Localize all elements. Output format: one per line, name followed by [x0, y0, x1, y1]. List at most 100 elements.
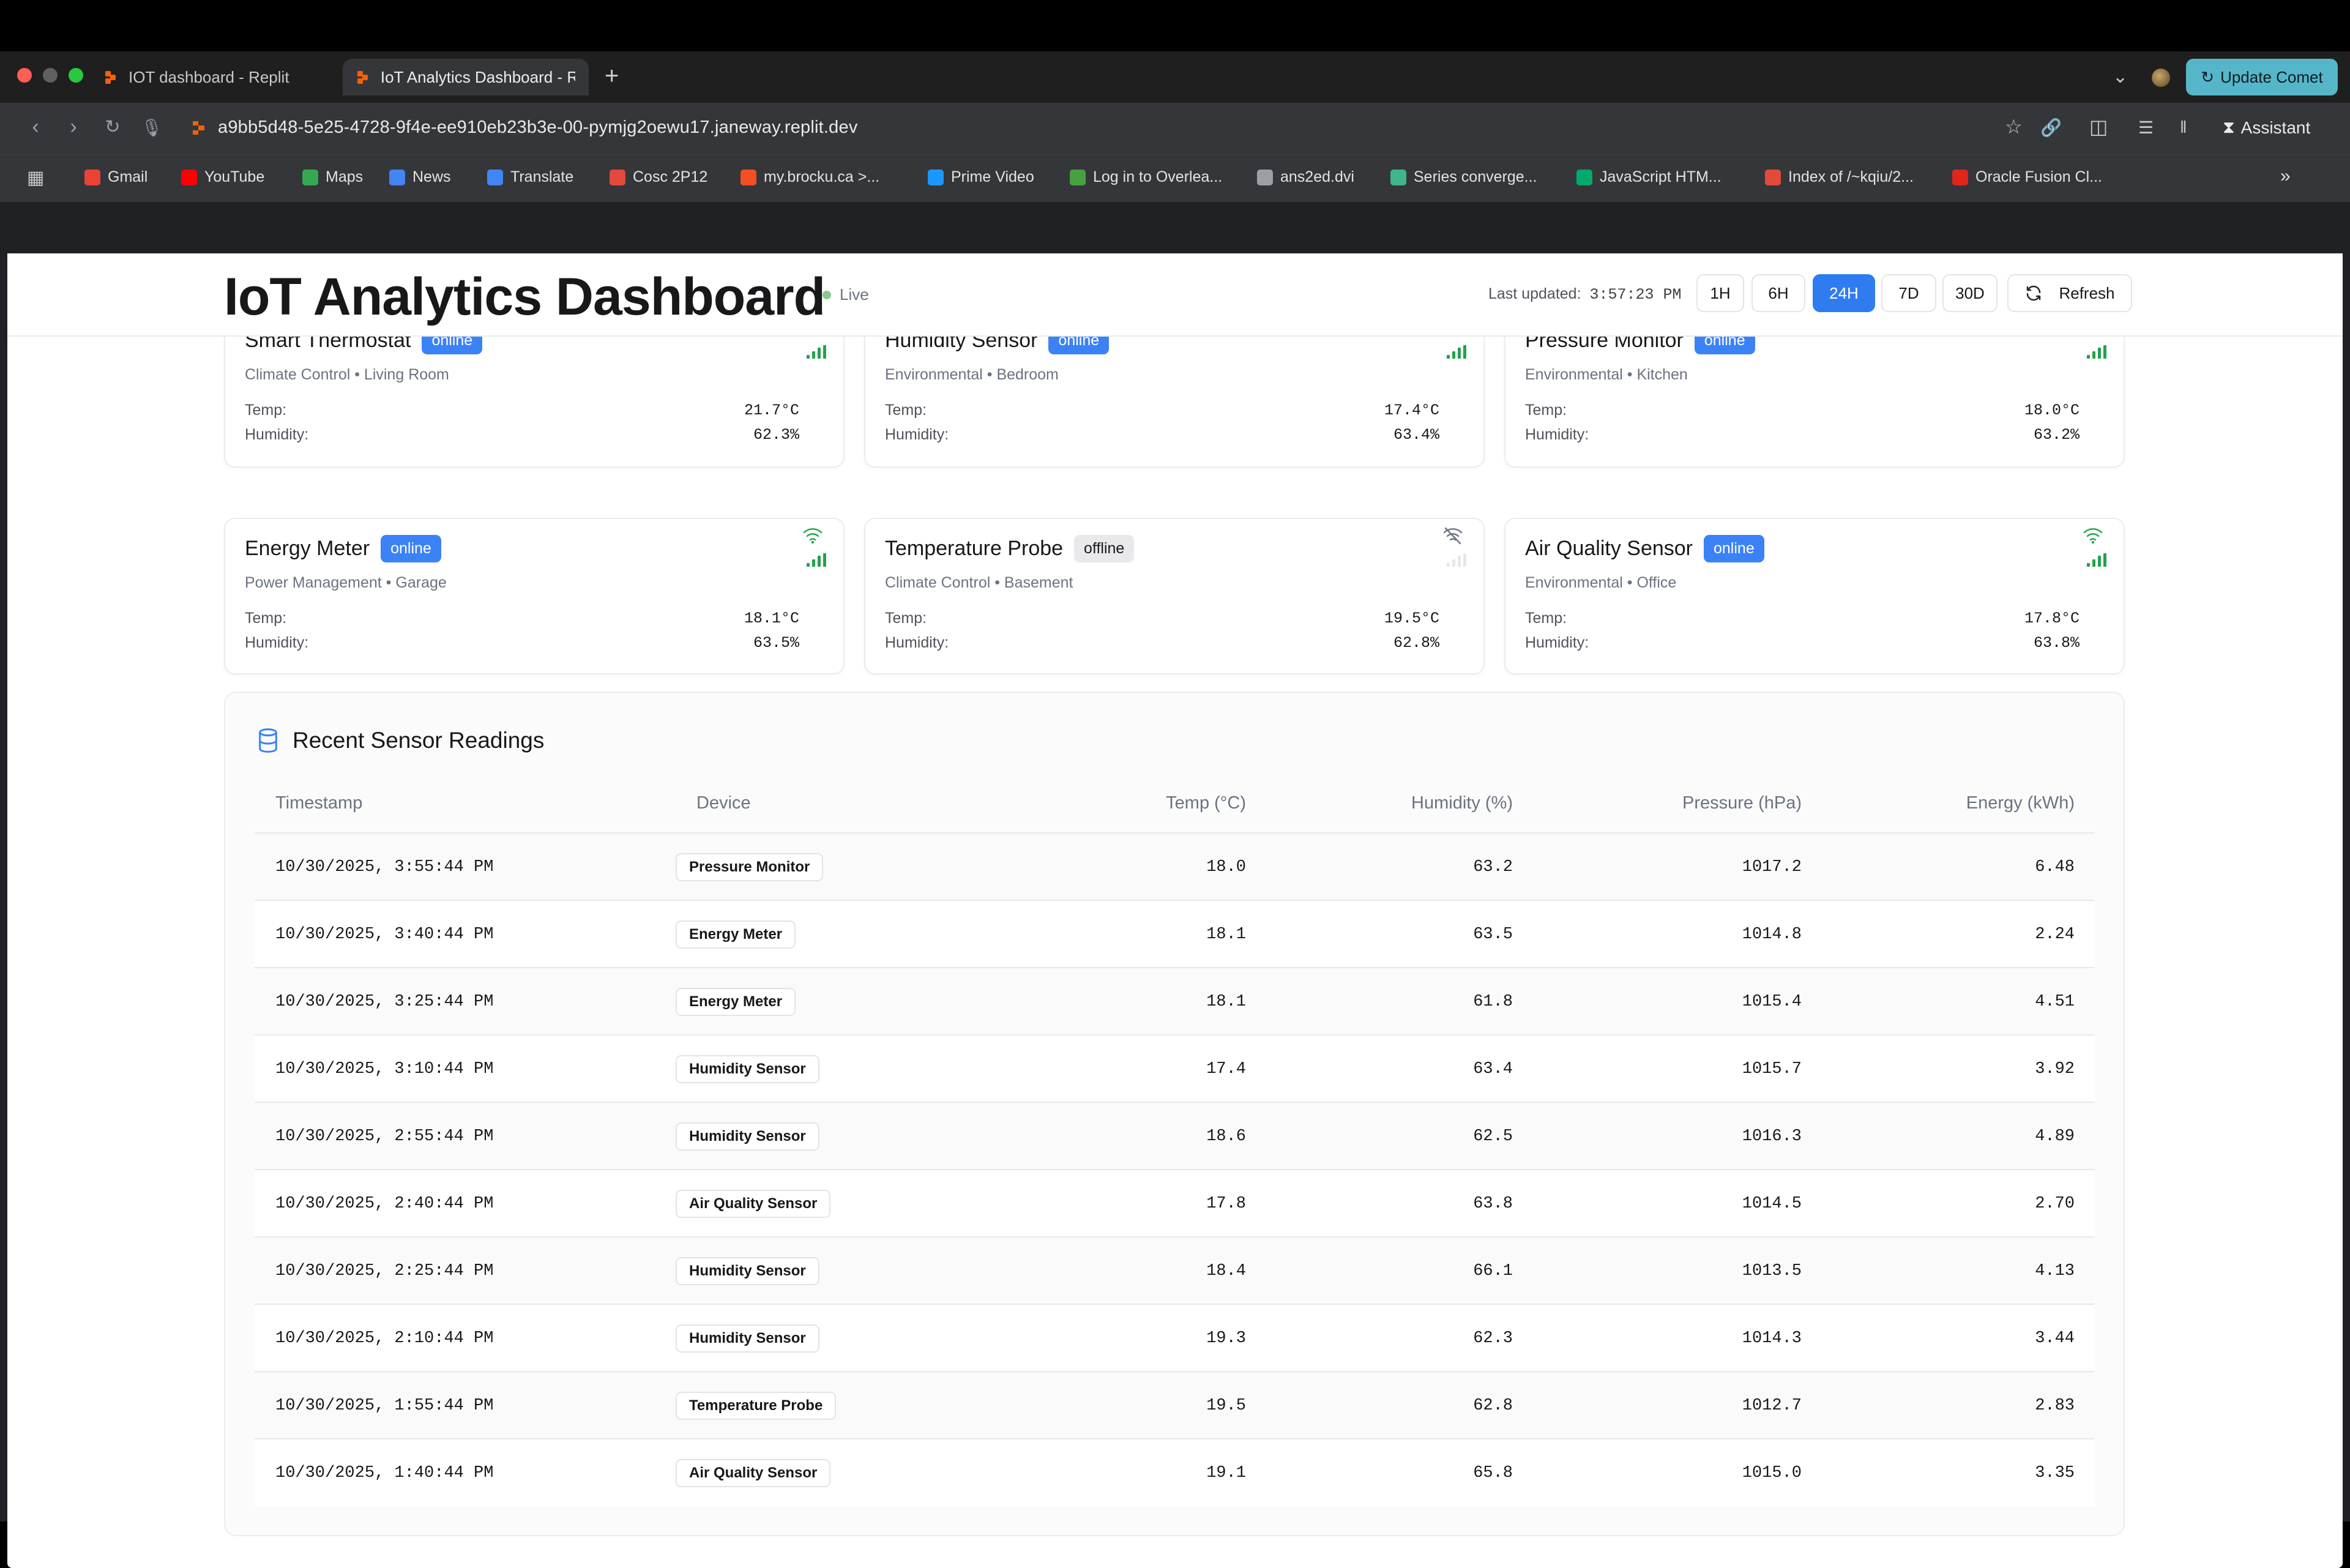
last-updated-time: 3:57:23 PM: [1589, 286, 1682, 304]
device-card[interactable]: Air Quality Sensor online Environmental • …: [1504, 518, 2125, 674]
assistant-button[interactable]: ⧗ Assistant: [2223, 118, 2310, 138]
bookmark-7[interactable]: Prime Video: [928, 168, 1034, 186]
assistant-icon: ⧗: [2223, 118, 2235, 136]
cell-energy: 4.89: [2035, 1127, 2075, 1146]
table-row[interactable]: 10/30/2025, 2:40:44 PM Air Quality Sensor…: [255, 1169, 2094, 1236]
signal-strength-icon: [807, 553, 826, 567]
bookmark-1[interactable]: YouTube: [181, 168, 264, 186]
apps-grid-icon[interactable]: ▦: [27, 167, 44, 189]
cell-temp: 17.8: [1206, 1195, 1246, 1213]
device-card[interactable]: Energy Meter online Power Management • Gar…: [224, 518, 845, 674]
index-icon: [1765, 169, 1781, 185]
status-badge: online: [381, 535, 441, 562]
column-energy[interactable]: Energy (kWh): [1966, 793, 2075, 813]
humidity-label: Humidity:: [245, 634, 309, 651]
cell-energy: 3.92: [2035, 1060, 2075, 1078]
bookmark-6[interactable]: my.brocku.ca >...: [740, 168, 879, 186]
back-icon[interactable]: ‹: [22, 115, 49, 139]
column-timestamp[interactable]: Timestamp: [275, 793, 362, 813]
live-dot-icon: [822, 290, 831, 299]
table-row[interactable]: 10/30/2025, 3:25:44 PM Energy Meter 18.1 61…: [255, 967, 2094, 1034]
microphone-icon[interactable]: 🎙: [138, 118, 165, 138]
extensions-icon[interactable]: ◫: [2089, 115, 2108, 138]
column-device[interactable]: Device: [696, 793, 751, 813]
temp-row: Temp: 21.7°C: [245, 401, 799, 419]
cell-timestamp: 10/30/2025, 3:40:44 PM: [275, 925, 494, 944]
bookmark-11[interactable]: JavaScript HTM...: [1576, 168, 1721, 186]
signal-strength-icon: [807, 345, 826, 359]
tab-iot-dashboard-replit[interactable]: IOT dashboard - Replit: [91, 59, 335, 95]
bookmark-4[interactable]: Translate: [487, 168, 573, 186]
profile-avatar[interactable]: [2152, 69, 2170, 87]
temp-row: Temp: 19.5°C: [885, 610, 1439, 627]
minimize-window-button[interactable]: [43, 68, 58, 83]
bookmark-10[interactable]: Series converge...: [1390, 168, 1537, 186]
forward-icon[interactable]: ›: [60, 115, 87, 139]
tab-label: IoT Analytics Dashboard - R: [380, 67, 575, 86]
device-meta: Environmental • Office: [1525, 574, 1677, 591]
bookmark-3[interactable]: News: [389, 168, 451, 186]
last-updated: Last updated: 3:57:23 PM: [1488, 285, 1682, 304]
dashboard-header: IoT Analytics Dashboard Live Last update…: [7, 253, 2343, 337]
bookmark-13[interactable]: Oracle Fusion Cl...: [1952, 168, 2102, 186]
tab-search-chevron-icon[interactable]: ⌄: [2113, 66, 2128, 88]
tab-iot-analytics-dashboard[interactable]: IoT Analytics Dashboard - R: [343, 59, 589, 95]
device-meta: Environmental • Kitchen: [1525, 366, 1688, 383]
bookmark-9[interactable]: ans2ed.dvi: [1257, 168, 1354, 186]
range-24h-button[interactable]: 24H: [1813, 274, 1875, 312]
table-row[interactable]: 10/30/2025, 2:10:44 PM Humidity Sensor 19.…: [255, 1304, 2094, 1371]
reading-list-icon[interactable]: ☰: [2138, 118, 2154, 138]
maximize-window-button[interactable]: [69, 68, 83, 83]
update-comet-button[interactable]: ↻ Update Comet: [2186, 59, 2338, 95]
replit-icon: [356, 70, 370, 84]
audio-wave-icon[interactable]: ‖: [2180, 118, 2187, 137]
table-row[interactable]: 10/30/2025, 1:55:44 PM Temperature Probe 1…: [255, 1371, 2094, 1438]
more-bookmarks-icon[interactable]: »: [2280, 166, 2291, 187]
cell-energy: 2.24: [2035, 925, 2075, 944]
close-window-button[interactable]: [17, 68, 32, 83]
column-pressure[interactable]: Pressure (hPa): [1682, 793, 1802, 813]
cell-energy: 2.70: [2035, 1195, 2075, 1213]
table-row[interactable]: 10/30/2025, 3:40:44 PM Energy Meter 18.1 63…: [255, 900, 2094, 967]
device-card[interactable]: Temperature Probe offline Climate Control …: [864, 518, 1485, 674]
cell-device-badge: Energy Meter: [676, 920, 796, 949]
bookmark-8[interactable]: Log in to Overlea...: [1070, 168, 1222, 186]
device-card[interactable]: Pressure Monitor online Environmental • Ki…: [1504, 320, 2125, 468]
bookmark-0[interactable]: Gmail: [84, 168, 147, 186]
cell-pressure: 1013.5: [1742, 1262, 1802, 1280]
bookmark-5[interactable]: Cosc 2P12: [610, 168, 707, 186]
refresh-button[interactable]: Refresh: [2007, 274, 2132, 312]
cell-humidity: 62.3: [1473, 1329, 1513, 1348]
cell-humidity: 62.5: [1473, 1127, 1513, 1146]
cell-temp: 18.1: [1206, 993, 1246, 1011]
bookmark-star-icon[interactable]: ☆: [2005, 115, 2023, 138]
table-row[interactable]: 10/30/2025, 2:55:44 PM Humidity Sensor 18.…: [255, 1102, 2094, 1169]
bookmark-label: Gmail: [108, 168, 148, 185]
table-row[interactable]: 10/30/2025, 2:25:44 PM Humidity Sensor 18.…: [255, 1236, 2094, 1304]
table-row[interactable]: 10/30/2025, 3:10:44 PM Humidity Sensor 17.…: [255, 1034, 2094, 1102]
range-1h-button[interactable]: 1H: [1696, 274, 1744, 312]
column-temp[interactable]: Temp (°C): [1166, 793, 1246, 813]
bookmark-label: Index of /~kqiu/2...: [1788, 168, 1914, 185]
bookmark-12[interactable]: Index of /~kqiu/2...: [1765, 168, 1914, 186]
new-tab-button[interactable]: +: [605, 64, 619, 88]
device-card[interactable]: Humidity Sensor online Environmental • Bed…: [864, 320, 1485, 468]
reload-icon[interactable]: ↻: [99, 116, 126, 138]
device-card[interactable]: Smart Thermostat online Climate Control • …: [224, 320, 845, 468]
address-bar[interactable]: a9bb5d48-5e25-4728-9f4e-ee910eb23b3e-00-…: [218, 118, 858, 138]
range-6h-button[interactable]: 6H: [1751, 274, 1805, 312]
table-row[interactable]: 10/30/2025, 1:40:44 PM Air Quality Sensor…: [255, 1438, 2094, 1506]
prime-video-icon: [928, 169, 944, 185]
cell-timestamp: 10/30/2025, 1:55:44 PM: [275, 1397, 494, 1415]
device-name-row: Air Quality Sensor online: [1525, 535, 1764, 562]
link-icon[interactable]: 🔗: [2040, 118, 2062, 138]
bookmark-2[interactable]: Maps: [302, 168, 363, 186]
column-humidity[interactable]: Humidity (%): [1411, 793, 1513, 813]
signal-strength-icon: [2087, 345, 2106, 359]
signal-strength-icon: [1447, 345, 1466, 359]
wifi-icon: [2083, 528, 2103, 544]
range-7d-button[interactable]: 7D: [1881, 274, 1936, 312]
cell-energy: 3.35: [2035, 1464, 2075, 1482]
range-30d-button[interactable]: 30D: [1942, 274, 1997, 312]
table-row[interactable]: 10/30/2025, 3:55:44 PM Pressure Monitor 18…: [255, 832, 2094, 900]
